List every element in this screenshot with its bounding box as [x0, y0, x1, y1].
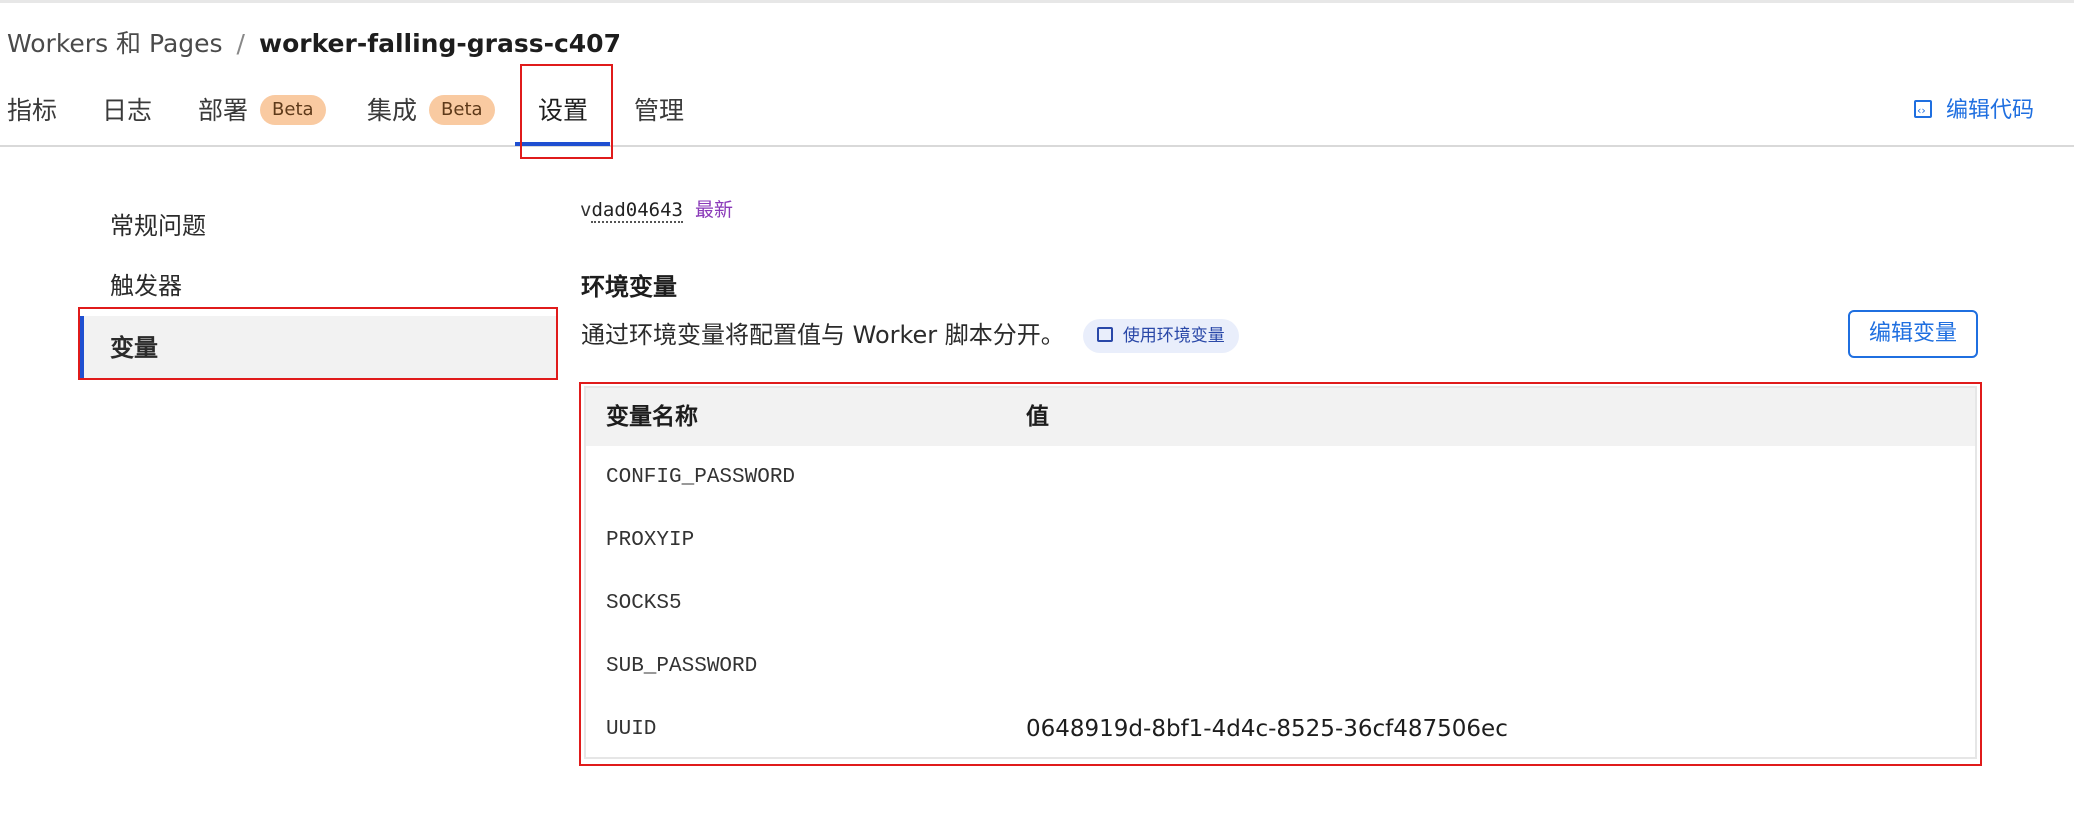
variables-table: 变量名称 值 CONFIG_PASSWORD PROXYIP SOCKS5 SU… — [584, 386, 1977, 759]
docs-link[interactable]: 使用环境变量 — [1082, 319, 1239, 353]
header-value: 值 — [1026, 404, 1049, 430]
code-icon — [1913, 94, 1932, 128]
variable-name: SOCKS5 — [606, 592, 682, 615]
tab-logs[interactable]: 日志 — [102, 88, 152, 146]
table-row: CONFIG_PASSWORD — [586, 446, 1975, 509]
breadcrumb-separator: / — [236, 29, 245, 58]
top-divider — [0, 0, 2074, 3]
table-row: PROXYIP — [586, 509, 1975, 572]
tab-deployments[interactable]: 部署 Beta — [198, 88, 326, 146]
tab-integrations[interactable]: 集成 Beta — [367, 88, 495, 146]
variable-name: SUB_PASSWORD — [606, 655, 758, 678]
section-description: 通过环境变量将配置值与 Worker 脚本分开。 使用环境变量 — [581, 318, 1239, 353]
table-row: SOCKS5 — [586, 572, 1975, 635]
highlight-box-variables-item — [78, 307, 558, 380]
beta-badge: Beta — [429, 95, 495, 125]
variable-value: 0648919d-8bf1-4d4c-8525-36cf487506ec — [1026, 716, 1508, 742]
beta-badge: Beta — [260, 95, 326, 125]
edit-code-button[interactable]: 编辑代码 — [1913, 94, 2034, 128]
table-row: UUID 0648919d-8bf1-4d4c-8525-36cf487506e… — [586, 698, 1975, 761]
book-icon — [1096, 327, 1113, 342]
breadcrumb: Workers 和 Pages / worker-falling-grass-c40… — [7, 27, 621, 61]
variable-name: PROXYIP — [606, 529, 695, 552]
tab-manage[interactable]: 管理 — [634, 88, 684, 146]
tab-label: 管理 — [634, 96, 685, 125]
header-variable-name: 变量名称 — [606, 404, 698, 430]
tab-label: 指标 — [7, 96, 58, 125]
section-title: 环境变量 — [581, 273, 677, 301]
edit-code-label: 编辑代码 — [1945, 98, 2034, 123]
version-id[interactable]: dad04643 — [591, 199, 683, 223]
breadcrumb-current: worker-falling-grass-c407 — [258, 29, 621, 58]
breadcrumb-parent-link[interactable]: Workers 和 Pages — [7, 29, 223, 58]
edit-variables-button[interactable]: 编辑变量 — [1848, 310, 1978, 358]
section-description-text: 通过环境变量将配置值与 Worker 脚本分开。 — [581, 321, 1065, 349]
table-header: 变量名称 值 — [586, 388, 1975, 446]
highlight-box-settings-tab — [520, 64, 613, 159]
version-prefix: v — [580, 199, 592, 221]
sidebar-item-general[interactable]: 常规问题 — [80, 196, 556, 256]
version-status: 最新 — [694, 199, 733, 221]
tab-label: 日志 — [102, 96, 153, 125]
docs-link-label: 使用环境变量 — [1122, 326, 1225, 346]
sidebar-item-label: 触发器 — [110, 272, 182, 300]
tab-label: 集成 — [367, 96, 418, 125]
variable-name: UUID — [606, 718, 657, 741]
tab-metrics[interactable]: 指标 — [7, 88, 57, 146]
tabs-divider — [0, 145, 2074, 147]
version-indicator: vdad04643 最新 — [580, 193, 733, 227]
table-row: SUB_PASSWORD — [586, 635, 1975, 698]
tab-bar: 指标 日志 部署 Beta 集成 Beta 设置 管理 — [0, 88, 2074, 146]
variable-name: CONFIG_PASSWORD — [606, 466, 796, 489]
sidebar-item-label: 常规问题 — [110, 212, 206, 240]
tab-label: 部署 — [198, 96, 249, 125]
